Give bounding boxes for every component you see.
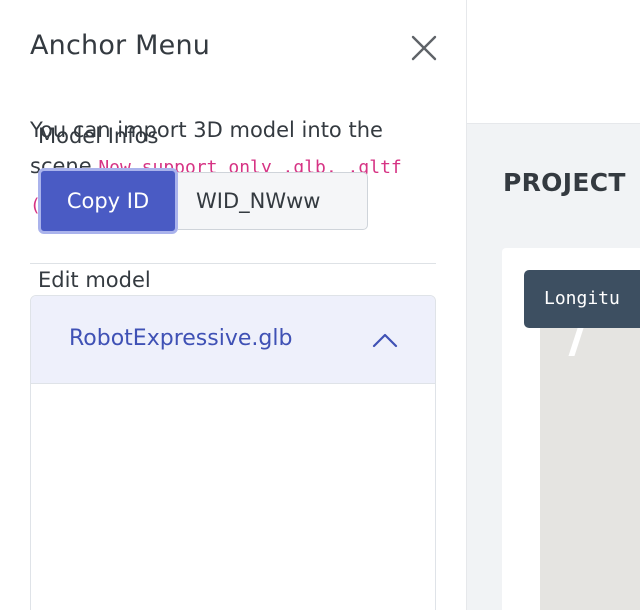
close-button[interactable] — [408, 32, 440, 64]
model-accordion-header[interactable]: RobotExpressive.glb — [31, 296, 435, 384]
map-area[interactable] — [540, 328, 640, 610]
model-id-field[interactable] — [178, 172, 368, 230]
panel-title: Anchor Menu — [30, 30, 211, 61]
model-accordion: RobotExpressive.glb — [30, 295, 436, 610]
close-icon — [411, 35, 437, 61]
coordinate-tooltip: Longitu — [524, 270, 640, 328]
anchor-menu-panel: Anchor Menu You can import 3D model into… — [0, 0, 466, 610]
model-infos-label: Model Infos — [38, 124, 159, 148]
divider — [30, 263, 436, 264]
edit-model-label: Edit model — [38, 268, 151, 292]
chevron-up-icon — [372, 333, 398, 348]
background-content: Longitu — [466, 0, 640, 610]
model-name: RobotExpressive.glb — [69, 326, 293, 351]
model-id-group: Copy ID — [38, 168, 368, 234]
model-accordion-body — [31, 384, 435, 610]
copy-id-button[interactable]: Copy ID — [38, 168, 178, 234]
